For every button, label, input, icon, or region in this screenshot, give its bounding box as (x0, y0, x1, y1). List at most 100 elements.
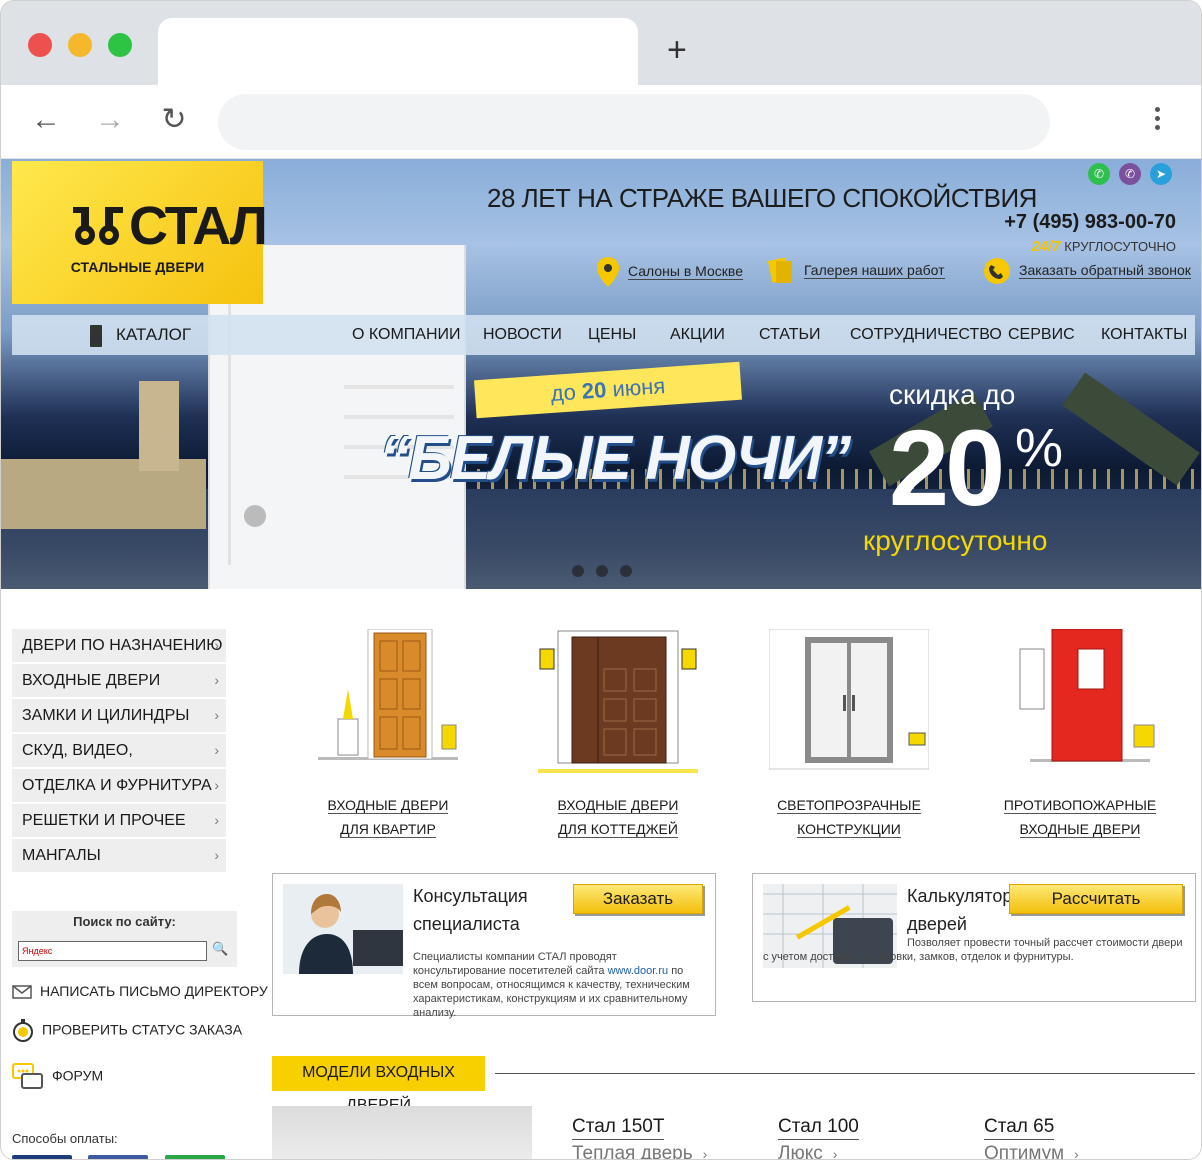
kunstkamera-tower (139, 381, 179, 471)
sidebar-item-finishing[interactable]: ОТДЕЛКА И ФУРНИТУРА › (12, 769, 226, 804)
category-line1: ВХОДНЫЕ ДВЕРИ (327, 797, 449, 814)
maximize-window-button[interactable] (108, 33, 132, 57)
gallery-link-text: Галерея наших работ (804, 261, 945, 279)
browser-menu-icon[interactable] (1147, 103, 1167, 137)
logo-subtitle: СТАЛЬНЫЕ ДВЕРИ (70, 259, 205, 275)
salons-link[interactable]: Салоны в Москве (596, 257, 743, 287)
chat-bubbles-icon (12, 1063, 43, 1089)
reload-button[interactable]: ↻ (157, 103, 191, 137)
callback-link[interactable]: Заказать обратный звонок (983, 257, 1191, 285)
address-bar[interactable] (218, 94, 1050, 150)
keys-logo-icon (73, 207, 123, 245)
category-fire-doors[interactable]: ПРОТИВОПОЖАРНЫЕ ВХОДНЫЕ ДВЕРИ (985, 628, 1175, 841)
consultation-box: Консультация специалиста Заказать Специал… (272, 873, 716, 1019)
category-label: ВХОДНЫЕ ДВЕРИ ДЛЯ КОТТЕДЖЕЙ (523, 793, 713, 841)
calculator-title-line2: дверей (907, 914, 967, 934)
nav-item-service[interactable]: СЕРВИС (1008, 315, 1075, 355)
discount-suffix: круглосуточно (863, 525, 1048, 556)
gallery-link[interactable]: Галерея наших работ (766, 257, 945, 285)
model-item[interactable]: Стал 65 Оптимум › (984, 1115, 1079, 1160)
model-subtitle: Люкс › (778, 1142, 859, 1159)
nav-item-promotions[interactable]: АКЦИИ (670, 315, 725, 355)
site-logo[interactable]: СТАЛ СТАЛЬНЫЕ ДВЕРИ (12, 161, 268, 304)
discount-value: 20 (889, 407, 1005, 528)
chevron-right-icon: › (214, 672, 219, 688)
promo-date-badge: до 20 июня (473, 361, 743, 419)
write-director-link[interactable]: НАПИСАТЬ ПИСЬМО ДИРЕКТОРУ (12, 983, 268, 1000)
sidebar-item-label: ВХОДНЫЕ ДВЕРИ (22, 672, 161, 689)
model-subtitle-text: Оптимум (984, 1143, 1065, 1160)
search-label: Поиск по сайту: (73, 914, 176, 929)
stopwatch-icon (13, 1019, 33, 1042)
consultation-title-line1: Консультация (413, 886, 528, 906)
back-button[interactable]: ← (29, 103, 63, 137)
models-header: МОДЕЛИ ВХОДНЫХ ДВЕРЕЙ (272, 1056, 485, 1114)
nav-item-news[interactable]: НОВОСТИ (483, 315, 562, 355)
consultation-text: Специалисты компании СТАЛ проводят консу… (413, 950, 703, 1020)
minimize-window-button[interactable] (68, 33, 92, 57)
calculate-button[interactable]: Рассчитать (1009, 884, 1183, 914)
nav-item-articles[interactable]: СТАТЬИ (759, 315, 820, 355)
hero-banner[interactable]: СТАЛ СТАЛЬНЫЕ ДВЕРИ 28 ЛЕТ НА СТРАЖЕ ВАШ… (1, 159, 1201, 589)
sidebar-item-locks[interactable]: ЗАМКИ И ЦИЛИНДРЫ › (12, 699, 226, 734)
sidebar-item-grates[interactable]: РЕШЕТКИ И ПРОЧЕЕ › (12, 804, 226, 839)
mastercard-icon (12, 1155, 72, 1159)
payments-label: Способы оплаты: (12, 1131, 118, 1146)
catalog-button[interactable]: КАТАЛОГ (90, 315, 191, 355)
nav-item-prices[interactable]: ЦЕНЫ (588, 315, 636, 355)
new-tab-button[interactable]: + (667, 33, 687, 67)
close-window-button[interactable] (28, 33, 52, 57)
active-tab[interactable] (158, 18, 638, 88)
category-cottage-doors[interactable]: ВХОДНЫЕ ДВЕРИ ДЛЯ КОТТЕДЖЕЙ (523, 629, 713, 841)
model-item[interactable]: Стал 150T Теплая дверь › (572, 1115, 708, 1160)
nav-item-about[interactable]: О КОМПАНИИ (352, 315, 461, 355)
consultation-title: Консультация специалиста (413, 882, 528, 938)
category-apartment-doors[interactable]: ВХОДНЫЕ ДВЕРИ ДЛЯ КВАРТИР (293, 628, 483, 841)
chevron-right-icon: › (214, 777, 219, 793)
glass-door-illustration (768, 628, 930, 770)
consultant-photo (283, 884, 403, 974)
category-label: ВХОДНЫЕ ДВЕРИ ДЛЯ КВАРТИР (293, 793, 483, 841)
slider-dot[interactable] (572, 565, 584, 577)
sidebar-menu: ДВЕРИ ПО НАЗНАЧЕНИЮ › ВХОДНЫЕ ДВЕРИ › ЗАМК… (12, 629, 226, 874)
search-icon[interactable]: 🔍 (212, 941, 228, 957)
logo-text: СТАЛ (129, 196, 268, 256)
model-name: Стал 150T (572, 1115, 665, 1140)
callback-link-text: Заказать обратный звонок (1019, 261, 1191, 279)
category-line1: ПРОТИВОПОЖАРНЫЕ (1003, 797, 1157, 814)
model-name: Стал 100 (778, 1115, 859, 1140)
category-line2: ДЛЯ КВАРТИР (340, 821, 436, 838)
slider-dot[interactable] (620, 565, 632, 577)
discount-percent-sign: % (1015, 418, 1064, 478)
search-input[interactable]: Яндекс (18, 941, 207, 961)
door-stripe (344, 385, 454, 389)
slider-dot[interactable] (596, 565, 608, 577)
working-hours: 24/7 КРУГЛОСУТОЧНО (1031, 238, 1176, 255)
chevron-right-icon: › (214, 847, 219, 863)
forward-button[interactable]: → (93, 103, 127, 137)
nav-item-partnership[interactable]: СОТРУДНИЧЕСТВО (850, 315, 1002, 355)
sidebar-item-doors-by-purpose[interactable]: ДВЕРИ ПО НАЗНАЧЕНИЮ › (12, 629, 226, 664)
nav-item-contacts[interactable]: КОНТАКТЫ (1101, 315, 1187, 355)
telegram-icon[interactable]: ➤ (1150, 163, 1172, 185)
category-line2: ВХОДНЫЕ ДВЕРИ (1019, 821, 1141, 838)
phone-number[interactable]: +7 (495) 983-00-70 (1004, 211, 1176, 234)
model-image[interactable] (272, 1106, 532, 1159)
visa-icon (88, 1155, 148, 1159)
sidebar-item-grills[interactable]: МАНГАЛЫ › (12, 839, 226, 874)
sidebar-item-label: РЕШЕТКИ И ПРОЧЕЕ (22, 812, 186, 829)
sidebar-item-access-control[interactable]: СКУД, ВИДЕО, ДОМОФОНЫ› (12, 734, 226, 792)
model-item[interactable]: Стал 100 Люкс › (778, 1115, 859, 1159)
viber-icon[interactable]: ✆ (1119, 163, 1141, 185)
fire-door-image (1000, 628, 1160, 789)
category-line2: КОНСТРУКЦИИ (797, 821, 901, 838)
chevron-right-icon: › (702, 1146, 708, 1160)
whatsapp-icon[interactable]: ✆ (1088, 163, 1110, 185)
door-ru-link[interactable]: www.door.ru (608, 965, 669, 977)
sidebar-item-entrance-doors[interactable]: ВХОДНЫЕ ДВЕРИ › (12, 664, 226, 699)
forum-link[interactable]: ФОРУМ (12, 1061, 103, 1093)
glass-door-image (768, 628, 930, 789)
order-consultation-button[interactable]: Заказать (573, 884, 703, 914)
order-status-link[interactable]: ПРОВЕРИТЬ СТАТУС ЗАКАЗА (12, 1019, 242, 1043)
category-glass-constructions[interactable]: СВЕТОПРОЗРАЧНЫЕ КОНСТРУКЦИИ (754, 628, 944, 841)
